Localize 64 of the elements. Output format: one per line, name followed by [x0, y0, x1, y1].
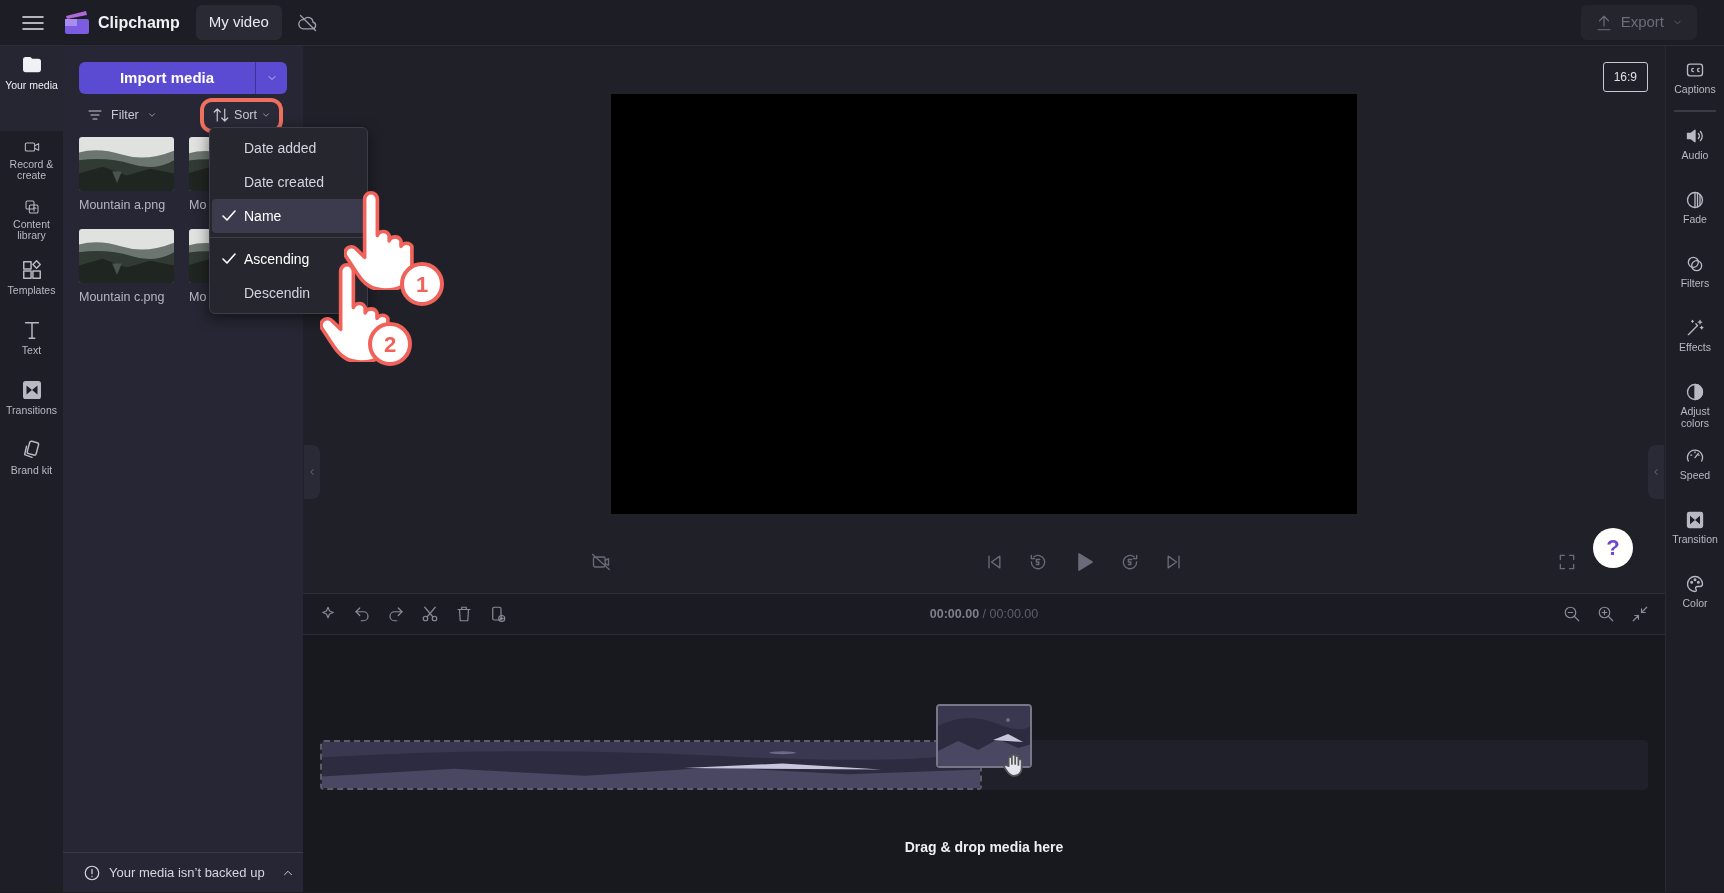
aspect-ratio-button[interactable]: 16:9 [1602, 62, 1648, 92]
file-name: Mountain a.png [79, 196, 167, 214]
undo-icon[interactable] [353, 605, 371, 623]
fullscreen-icon[interactable] [1557, 552, 1577, 572]
upload-icon [1594, 13, 1613, 32]
trash-icon[interactable] [455, 605, 473, 623]
sidebar-tab[interactable]: Content library [0, 191, 63, 251]
filter-button[interactable]: Filter [79, 102, 165, 129]
transition-icon [1685, 510, 1705, 530]
sidebar-tab[interactable]: Text [0, 311, 63, 371]
sidebar-tab[interactable]: Transitions [0, 371, 63, 431]
zoom-out-icon[interactable] [1563, 605, 1581, 623]
collapse-handle[interactable] [304, 445, 320, 499]
redo-icon[interactable] [387, 605, 405, 623]
panel-tab[interactable]: Adjust colors [1666, 368, 1724, 432]
logo-icon [64, 9, 90, 36]
panel-tab[interactable]: Fade [1666, 176, 1724, 240]
filters-icon [1685, 254, 1705, 274]
camera-off-icon [591, 552, 611, 572]
check-icon [222, 210, 236, 222]
panel-tab[interactable]: Captions [1666, 46, 1724, 110]
panel-tab[interactable]: Color [1666, 560, 1724, 624]
fade-icon [1685, 190, 1705, 210]
panel-tab[interactable]: Speed [1666, 432, 1724, 496]
sidebar-tab[interactable]: Brand kit [0, 431, 63, 491]
chevron-left-icon [307, 467, 317, 477]
menu-item[interactable]: Ascending [212, 242, 310, 276]
sort-icon [212, 106, 231, 125]
collapse-icon[interactable] [1631, 605, 1649, 623]
palette-icon [1685, 574, 1705, 594]
menu-item[interactable]: Date added [212, 131, 365, 165]
contrast-icon [1685, 382, 1705, 402]
magic-wand-icon [1685, 318, 1705, 338]
app-name: Clipchamp [98, 12, 180, 33]
file-name: Mountain c.png [79, 288, 166, 306]
cloud-off-icon [297, 12, 318, 33]
panel-tab[interactable]: Filters [1666, 240, 1724, 304]
sidebar-tab[interactable]: Record & create [0, 131, 63, 191]
menu-icon[interactable] [22, 14, 44, 31]
transitions-icon [20, 379, 43, 401]
collapse-handle[interactable] [1648, 445, 1664, 499]
menu-item[interactable]: Date created [212, 165, 365, 199]
rewind-icon[interactable] [1028, 552, 1048, 572]
project-title[interactable]: My video [195, 5, 282, 40]
menu-item[interactable]: Name [212, 199, 365, 233]
sidebar-tab[interactable]: Templates [0, 251, 63, 311]
timecode: 00:00.00 / 00:00.00 [929, 605, 1039, 623]
templates-icon [20, 259, 43, 281]
sidebar-tab[interactable]: Your media [0, 46, 63, 131]
panel-tab[interactable]: Transition [1666, 496, 1724, 560]
import-media-button[interactable]: Import media [79, 62, 255, 94]
chevron-left-icon [1651, 467, 1661, 477]
info-icon [83, 863, 101, 882]
panel-tab[interactable]: Audio [1666, 112, 1724, 176]
menu-item[interactable]: Descendin [212, 276, 311, 310]
scissors-icon[interactable] [421, 605, 439, 623]
drop-hint: Drag & drop media here [903, 838, 1065, 857]
check-icon [222, 253, 236, 265]
zoom-in-icon[interactable] [1597, 605, 1615, 623]
panel-tab[interactable]: Effects [1666, 304, 1724, 368]
forward-icon[interactable] [1120, 552, 1140, 572]
file-name: Mo [189, 196, 208, 214]
file-name: Mo [189, 288, 208, 306]
add-clip-icon[interactable] [489, 605, 507, 623]
